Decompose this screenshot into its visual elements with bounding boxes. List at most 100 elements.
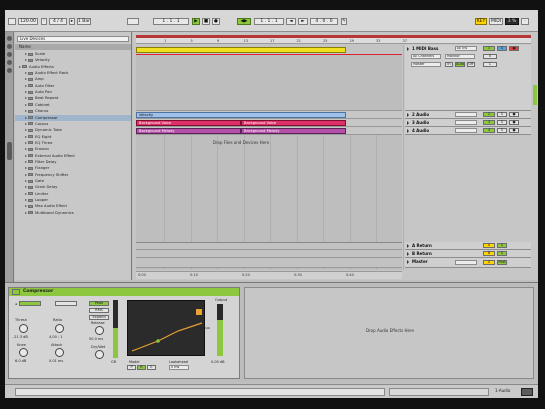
track-activator-1[interactable]: 1 xyxy=(483,46,495,51)
browser-item[interactable]: EQ Three xyxy=(15,140,131,146)
return-solo-b[interactable]: S xyxy=(497,251,507,256)
fold-icon[interactable] xyxy=(407,113,409,117)
track-name[interactable]: A Return xyxy=(412,243,432,248)
monitor-select[interactable]: Monitor xyxy=(445,54,475,59)
release-knob[interactable] xyxy=(95,326,104,335)
lane-2[interactable]: Velocity xyxy=(136,111,402,119)
expand-arrow-icon[interactable] xyxy=(25,135,27,138)
expand-arrow-icon[interactable] xyxy=(25,160,27,163)
return-activator-b[interactable]: B xyxy=(483,251,495,256)
volume-field-1[interactable]: 0 xyxy=(483,54,497,59)
midi-map-button[interactable]: MIDI xyxy=(489,18,503,25)
track-activator-3[interactable]: 3 xyxy=(483,120,495,125)
track-name[interactable]: 2 Audio xyxy=(412,112,429,117)
browser-item[interactable]: Grain Delay xyxy=(15,184,131,190)
expand-arrow-icon[interactable] xyxy=(25,173,27,176)
overview-strip[interactable] xyxy=(389,388,489,396)
punch-out-icon[interactable]: ► xyxy=(298,18,308,25)
arm-button-1[interactable]: ● xyxy=(509,46,519,51)
track-header-audio-2[interactable]: 2 Audio 2 S ● xyxy=(405,111,531,119)
fold-icon[interactable] xyxy=(407,129,409,133)
expand-arrow-icon[interactable] xyxy=(25,91,27,94)
expand-arrow-icon[interactable] xyxy=(25,72,27,75)
follow-icon[interactable]: ▸ xyxy=(69,18,75,25)
browser-item[interactable]: Compressor xyxy=(15,114,131,121)
track-name[interactable]: 4 Audio xyxy=(412,128,429,133)
loop-switch[interactable]: ◀▶ xyxy=(237,18,251,25)
return-solo-a[interactable]: S xyxy=(497,243,507,248)
position-field[interactable]: 1 . 1 . 1 xyxy=(153,18,189,25)
track-header-audio-3[interactable]: 3 Audio 3 S ● xyxy=(405,119,531,127)
expand-arrow-icon[interactable] xyxy=(25,141,27,144)
browser-item[interactable]: Looper xyxy=(15,197,131,203)
solo-button-4[interactable]: S xyxy=(497,128,507,133)
master-cue-select[interactable] xyxy=(455,260,477,265)
browser-item[interactable]: Erosion xyxy=(15,146,131,152)
expand-arrow-icon[interactable] xyxy=(25,129,27,132)
output-meter[interactable] xyxy=(217,304,223,356)
key-map-button[interactable]: KEY xyxy=(475,18,487,25)
expand-arrow-icon[interactable] xyxy=(25,211,27,214)
browser-item[interactable]: EQ Eight xyxy=(15,134,131,140)
expand-arrow-icon[interactable] xyxy=(25,205,27,208)
browser-search-input[interactable]: Live Devices xyxy=(17,36,129,42)
compression-curve-display[interactable] xyxy=(127,300,205,356)
browser-item[interactable]: External Audio Effect xyxy=(15,153,131,159)
expand-button[interactable]: Expand xyxy=(89,315,109,320)
quantize-select[interactable]: 1 Bar xyxy=(77,18,91,25)
expand-arrow-icon[interactable] xyxy=(25,110,27,113)
expand-arrow-icon[interactable] xyxy=(25,192,27,195)
audio-clip-velocity[interactable]: Velocity xyxy=(136,112,346,118)
attack-knob[interactable] xyxy=(55,348,64,357)
arrangement-position[interactable] xyxy=(127,18,139,25)
track-name[interactable]: 1 MIDI Bass xyxy=(412,46,438,51)
dry-wet-knob[interactable] xyxy=(95,350,104,359)
solo-button-2[interactable]: S xyxy=(497,112,507,117)
expand-arrow-icon[interactable] xyxy=(25,53,27,55)
folder-icon-3[interactable] xyxy=(7,68,12,73)
audio-effects-drop-area[interactable]: Drop Audio Effects Here xyxy=(244,287,534,379)
browser-column-header[interactable]: Name xyxy=(15,44,131,50)
input-type-select[interactable]: All Ins xyxy=(455,46,477,51)
fold-icon[interactable] xyxy=(407,252,409,256)
vertical-scrollbar[interactable] xyxy=(532,45,538,270)
loop-brace[interactable] xyxy=(136,35,531,38)
track-header-master[interactable]: Master 0 Post xyxy=(405,258,531,268)
plugin-icon[interactable] xyxy=(7,44,12,49)
tap-button[interactable] xyxy=(8,18,16,25)
browser-item[interactable]: Velocity xyxy=(15,57,131,63)
track-header-return-a[interactable]: A Return A S xyxy=(405,242,531,250)
rms-button[interactable]: RMS xyxy=(89,308,109,313)
expand-arrow-icon[interactable] xyxy=(25,148,27,151)
audio-clip-voice-b[interactable]: Background Voice xyxy=(241,120,346,126)
track-header-return-b[interactable]: B Return B S xyxy=(405,250,531,258)
midi-clip[interactable] xyxy=(136,47,346,53)
track-activator-4[interactable]: 4 xyxy=(483,128,495,133)
browser-item[interactable]: Amp xyxy=(15,76,131,82)
expand-arrow-icon[interactable] xyxy=(25,167,27,170)
model-expand[interactable]: E xyxy=(147,365,156,370)
expand-arrow-icon[interactable] xyxy=(25,103,27,106)
browser-item[interactable]: Auto Pan xyxy=(15,89,131,95)
output-select[interactable]: Master xyxy=(411,62,441,67)
monitor-off-button[interactable]: Off xyxy=(467,62,475,67)
model-rms[interactable]: R xyxy=(137,365,146,370)
browser-item[interactable]: Auto Filter xyxy=(15,83,131,89)
input-channel-select[interactable]: All Channels xyxy=(411,54,441,59)
browser-item[interactable]: Chorus xyxy=(15,108,131,114)
arm-button-4[interactable]: ● xyxy=(509,128,519,133)
device-on-toggle[interactable] xyxy=(12,289,20,295)
master-volume[interactable]: 0 xyxy=(483,260,495,265)
knee-knob[interactable] xyxy=(19,348,28,357)
device-title-bar[interactable]: Compressor xyxy=(9,288,239,296)
browser-item[interactable]: Filter Delay xyxy=(15,159,131,165)
track-header-audio-4[interactable]: 4 Audio 4 S ● xyxy=(405,127,531,135)
detail-toggle-icon[interactable] xyxy=(521,388,533,396)
browser-item[interactable]: Beat Repeat xyxy=(15,95,131,101)
browser-item[interactable]: Max Audio Effect xyxy=(15,203,131,209)
live-devices-icon[interactable] xyxy=(7,36,12,41)
solo-button-1[interactable]: S xyxy=(497,46,507,51)
audio-clip-voice-a[interactable]: Background Voice xyxy=(136,120,241,126)
solo-button-3[interactable]: S xyxy=(497,120,507,125)
expand-arrow-icon[interactable] xyxy=(25,84,27,87)
